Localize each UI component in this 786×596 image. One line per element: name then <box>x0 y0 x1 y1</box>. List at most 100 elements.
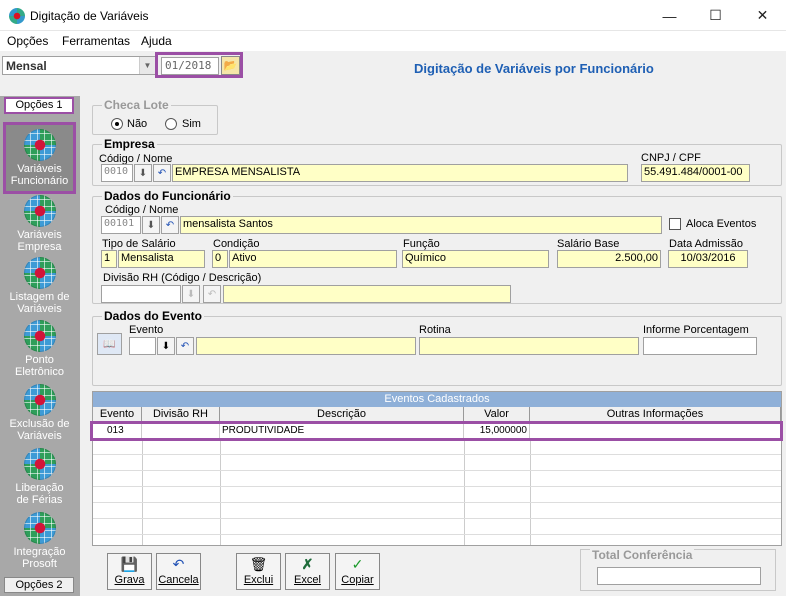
condicao-field[interactable]: Ativo <box>229 250 397 268</box>
funcionario-title: Dados do Funcionário <box>102 189 233 203</box>
period-input[interactable]: 01/2018 <box>161 57 219 75</box>
download-icon[interactable]: ⬇ <box>134 164 152 182</box>
menu-ajuda[interactable]: Ajuda <box>141 34 172 48</box>
globe-icon <box>23 195 56 227</box>
radio-nao[interactable] <box>111 118 123 130</box>
save-icon: 💾 <box>120 555 139 572</box>
app-icon <box>9 8 25 24</box>
sidebar-item-label: Integração Prosoft <box>13 546 66 570</box>
title-bar: Digitação de Variáveis — ☐ ✕ <box>0 0 786 31</box>
evento-label: Evento <box>129 324 164 336</box>
rotina-field[interactable] <box>419 337 639 355</box>
grava-button[interactable]: 💾 Grava <box>107 553 152 590</box>
radio-nao-label: Não <box>127 118 148 130</box>
close-icon[interactable]: ✕ <box>740 0 785 31</box>
sidebar-item-ponto-eletronico[interactable]: Ponto Eletrônico <box>3 316 76 388</box>
tipo-salario-code[interactable]: 1 <box>101 250 117 268</box>
globe-icon <box>23 512 56 544</box>
funcao-label: Função <box>403 238 440 250</box>
salario-base-field[interactable]: 2.500,00 <box>557 250 661 268</box>
cancela-button[interactable]: ↶ Cancela <box>156 553 201 590</box>
sidebar-item-label: Liberação de Férias <box>15 482 64 506</box>
col-outras-informacoes[interactable]: Outras Informações <box>530 407 781 422</box>
download-icon[interactable]: ⬇ <box>142 216 160 234</box>
funcionario-code-input[interactable]: 00101 <box>101 216 141 234</box>
menu-opcoes[interactable]: Opções <box>7 34 48 48</box>
col-evento[interactable]: Evento <box>93 407 142 422</box>
radio-sim[interactable] <box>165 118 177 130</box>
checa-lote-title: Checa Lote <box>102 98 171 112</box>
col-valor[interactable]: Valor <box>464 407 530 422</box>
chevron-down-icon[interactable]: ▼ <box>139 57 155 74</box>
data-admissao-label: Data Admissão <box>669 238 743 250</box>
radio-sim-label: Sim <box>182 118 201 130</box>
folder-open-icon[interactable]: 📂 <box>221 56 240 75</box>
download-icon[interactable]: ⬇ <box>157 337 175 355</box>
grid-empty-rows <box>93 439 781 545</box>
sidebar-tab-opcoes-2[interactable]: Opções 2 <box>4 577 74 593</box>
eventos-grid: Eventos Cadastrados Evento Divisão RH De… <box>92 391 782 546</box>
sidebar-item-variaveis-funcionario[interactable]: Variáveis Funcionário <box>3 122 76 194</box>
aloca-eventos-label: Aloca Eventos <box>686 218 757 230</box>
divisao-rh-desc-field[interactable] <box>223 285 511 303</box>
salario-base-label: Salário Base <box>557 238 620 250</box>
undo-icon[interactable]: ↶ <box>203 285 221 303</box>
grid-caption: Eventos Cadastrados <box>93 392 781 407</box>
porcentagem-input[interactable] <box>643 337 757 355</box>
exclui-button[interactable]: 🗑 Exclui <box>236 553 281 590</box>
condicao-label: Condição <box>213 238 260 250</box>
period-type-value: Mensal <box>6 59 47 73</box>
sidebar-item-exclusao-variaveis[interactable]: Exclusão de Variáveis <box>3 380 76 452</box>
funcao-field[interactable]: Químico <box>402 250 549 268</box>
empresa-name-field[interactable]: EMPRESA MENSALISTA <box>172 164 628 182</box>
col-divisao-rh[interactable]: Divisão RH <box>142 407 220 422</box>
sidebar-item-label: Variáveis Funcionário <box>10 163 69 187</box>
rotina-label: Rotina <box>419 324 451 336</box>
aloca-eventos-checkbox[interactable] <box>669 218 681 230</box>
sidebar-item-integracao-prosoft[interactable]: Integração Prosoft <box>3 508 76 576</box>
evento-title: Dados do Evento <box>102 309 205 323</box>
book-icon[interactable]: 📖 <box>97 333 122 355</box>
sidebar-item-label: Exclusão de Variáveis <box>9 418 70 442</box>
row-highlight <box>90 421 783 441</box>
funcionario-name-field[interactable]: mensalista Santos <box>180 216 662 234</box>
sidebar-tab-opcoes-1[interactable]: Opções 1 <box>4 97 74 114</box>
check-icon: ✓ <box>351 555 364 572</box>
excel-button[interactable]: ✗ Excel <box>285 553 330 590</box>
copiar-button[interactable]: ✓ Copiar <box>335 553 380 590</box>
evento-desc-field[interactable] <box>196 337 416 355</box>
globe-icon <box>23 320 56 352</box>
divisao-rh-code-input[interactable] <box>101 285 181 303</box>
total-conferencia-field <box>597 567 761 585</box>
maximize-icon[interactable]: ☐ <box>693 0 738 31</box>
undo-icon[interactable]: ↶ <box>153 164 171 182</box>
sidebar-item-liberacao-ferias[interactable]: Liberação de Férias <box>3 444 76 516</box>
trash-icon: 🗑 <box>249 555 268 572</box>
sidebar-item-label: Ponto Eletrônico <box>15 354 64 378</box>
porcentagem-label: Informe Porcentagem <box>643 324 749 336</box>
empresa-code-input[interactable]: 0010 <box>101 164 133 182</box>
empresa-title: Empresa <box>102 137 157 151</box>
globe-icon <box>23 448 56 480</box>
sidebar-item-label: Listagem de Variáveis <box>9 291 70 315</box>
condicao-code[interactable]: 0 <box>212 250 228 268</box>
cnpj-field[interactable]: 55.491.484/0001-00 <box>641 164 750 182</box>
col-descricao[interactable]: Descrição <box>220 407 464 422</box>
window-title: Digitação de Variáveis <box>30 9 149 23</box>
evento-code-input[interactable] <box>129 337 156 355</box>
tipo-salario-label: Tipo de Salário <box>102 238 176 250</box>
minimize-icon[interactable]: — <box>647 0 692 31</box>
download-icon[interactable]: ⬇ <box>182 285 200 303</box>
data-admissao-field[interactable]: 10/03/2016 <box>668 250 748 268</box>
funcionario-code-label: Código / Nome <box>105 204 179 216</box>
undo-icon[interactable]: ↶ <box>161 216 179 234</box>
undo-icon[interactable]: ↶ <box>176 337 194 355</box>
period-group: 01/2018 📂 <box>155 52 243 78</box>
excel-icon: ✗ <box>301 555 314 572</box>
sidebar-item-listagem-variaveis[interactable]: Listagem de Variáveis <box>3 253 76 325</box>
menu-ferramentas[interactable]: Ferramentas <box>62 34 130 48</box>
undo-icon: ↶ <box>172 555 185 572</box>
globe-icon <box>23 129 56 161</box>
period-type-select[interactable]: Mensal ▼ <box>2 56 156 75</box>
tipo-salario-field[interactable]: Mensalista <box>118 250 205 268</box>
